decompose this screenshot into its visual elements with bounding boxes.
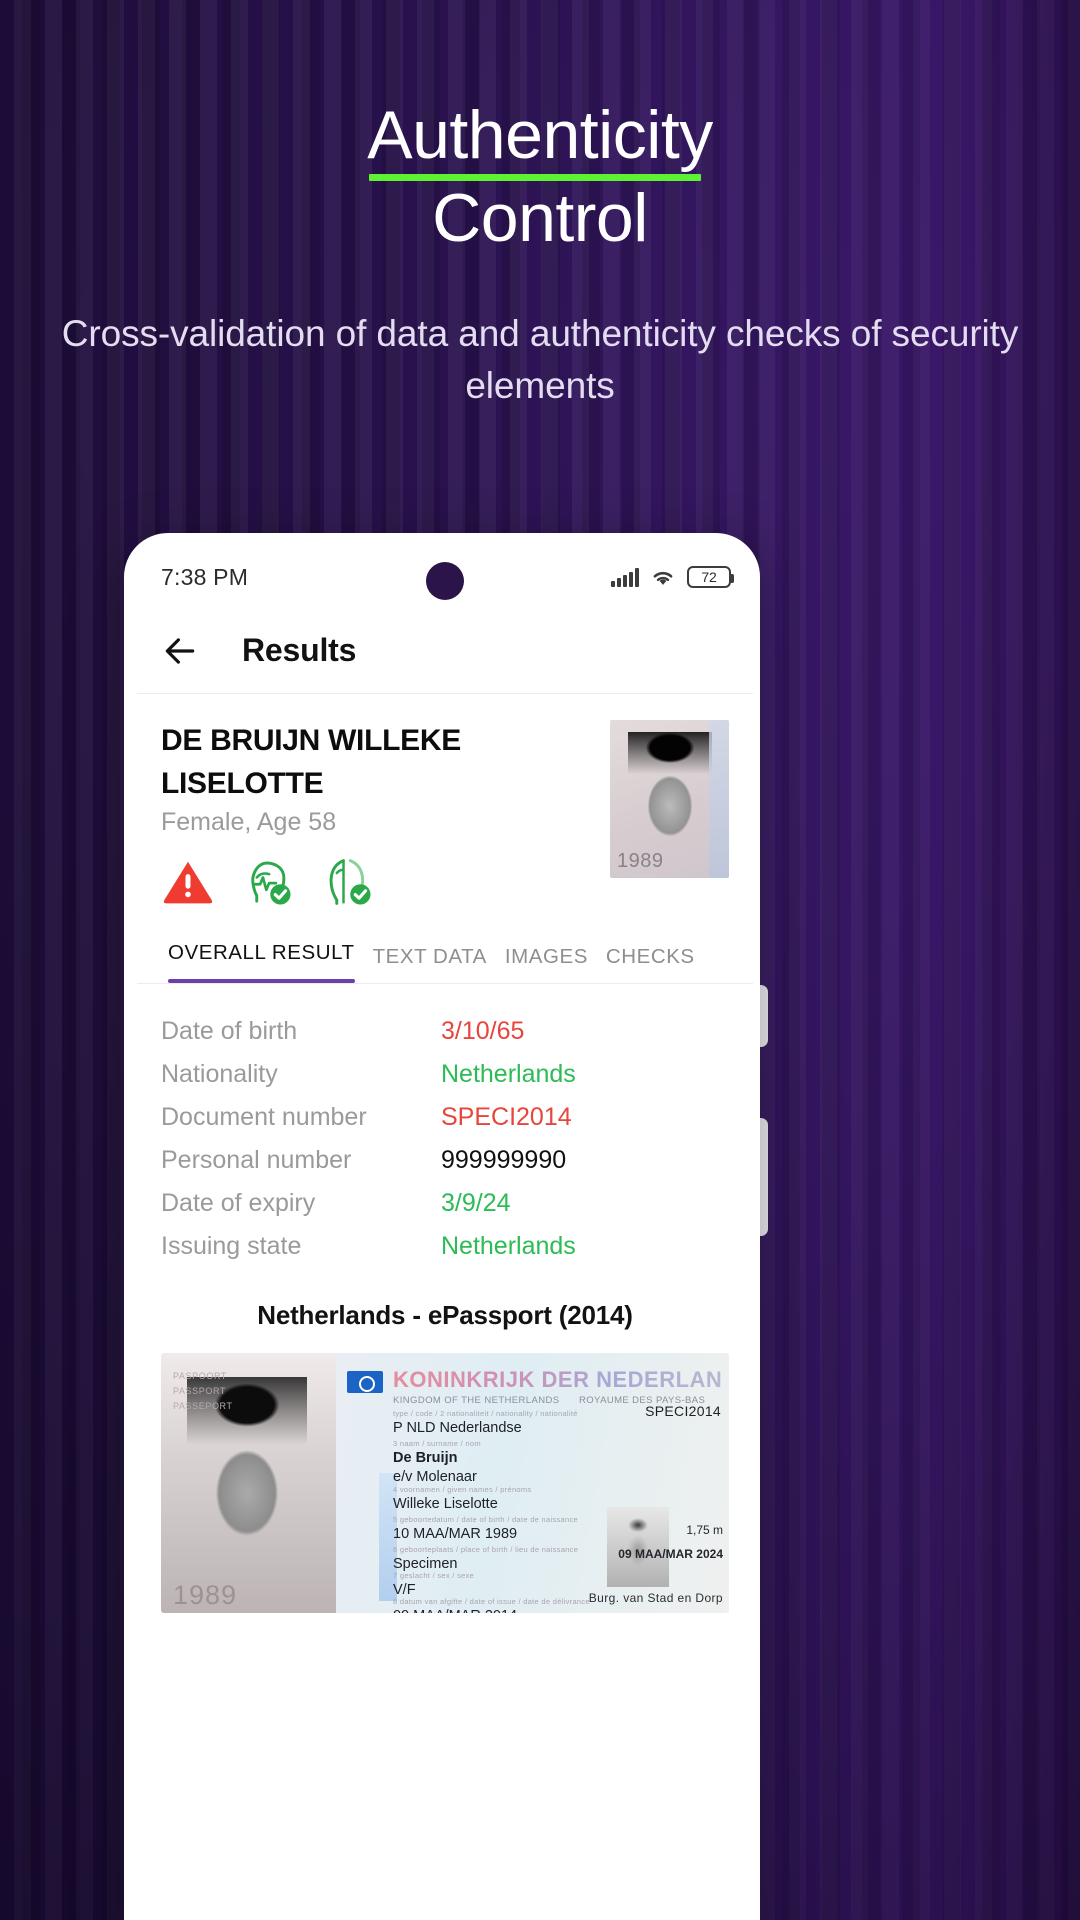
- passport-sex-caption: 7 geslacht / sex / sexe: [393, 1571, 475, 1581]
- identity-block: DE BRUIJN WILLEKE LISELOTTE Female, Age …: [137, 694, 753, 909]
- passport-label-en: PASSPORT: [173, 1386, 226, 1397]
- field-label: Date of expiry: [161, 1189, 316, 1218]
- passport-pob-caption: 6 geboorteplaats / place of birth / lieu…: [393, 1545, 579, 1555]
- battery-level-label: 72: [701, 569, 717, 585]
- document-title: Netherlands - ePassport (2014): [257, 1300, 633, 1331]
- passport-document-number: SPECI2014: [645, 1403, 721, 1420]
- hero-section: Authenticity Control Cross-validation of…: [0, 96, 1080, 413]
- passport-authority: Burg. van Stad en Dorp: [588, 1591, 723, 1606]
- table-row: Document number SPECI2014: [161, 1096, 729, 1139]
- table-row: Date of birth 3/10/65: [161, 1010, 729, 1053]
- passport-dob: 10 MAA/MAR 1989: [393, 1526, 518, 1543]
- person-name-line1: DE BRUIJN WILLEKE: [161, 724, 461, 757]
- passport-pob: Specimen: [393, 1556, 458, 1573]
- passport-country-header: KONINKRIJK DER NEDERLANDEN: [393, 1367, 721, 1393]
- front-camera-punch-hole: [426, 562, 464, 600]
- page-title-line1: Authenticity: [367, 96, 713, 181]
- field-value: 999999990: [441, 1146, 567, 1175]
- passport-type-value: P NLD Nederlandse: [393, 1420, 522, 1437]
- portrait-face: [628, 732, 712, 864]
- passport-given-names: Willeke Liselotte: [393, 1496, 498, 1513]
- table-row: Date of expiry 3/9/24: [161, 1182, 729, 1225]
- person-name-line2: LISELOTTE: [161, 766, 324, 800]
- result-field-list: Date of birth 3/10/65 Nationality Nether…: [137, 984, 753, 1268]
- app-bar-title: Results: [242, 632, 357, 668]
- person-name: DE BRUIJN WILLEKE LISELOTTE: [161, 720, 598, 805]
- page-title-line2: Control: [432, 179, 648, 256]
- back-arrow-icon[interactable]: [161, 632, 199, 670]
- field-value: Netherlands: [441, 1060, 576, 1089]
- field-value: 3/9/24: [441, 1189, 511, 1218]
- passport-given-caption: 4 voornamen / given names / prénoms: [393, 1485, 532, 1495]
- status-bar-time: 7:38 PM: [161, 563, 249, 590]
- warning-triangle-icon[interactable]: [161, 855, 215, 909]
- biometric-chip-icon: [347, 1371, 383, 1394]
- field-label: Date of birth: [161, 1017, 298, 1046]
- passport-sex: V/F: [393, 1582, 416, 1599]
- passport-surname: De Bruijn: [393, 1450, 458, 1467]
- person-meta: Female, Age 58: [161, 808, 337, 837]
- wifi-icon: [653, 571, 673, 585]
- passport-surname-partner: e/v Molenaar: [393, 1469, 477, 1486]
- page-subtitle: Cross-validation of data and authenticit…: [61, 312, 1019, 407]
- portrait-year-label: 1989: [617, 850, 664, 872]
- tab-overall-result[interactable]: OVERALL RESULT: [159, 931, 364, 983]
- phone-frame: 7:38 PM 72 Results DE BRUIJN WILLEKE LIS…: [124, 533, 760, 1920]
- battery-icon: 72: [687, 566, 734, 588]
- passport-label-nl: PASPOORT: [173, 1371, 227, 1382]
- field-value: Netherlands: [441, 1232, 576, 1261]
- document-preview-image[interactable]: 1989 PASPOORT PASSPORT PASSEPORT KONINKR…: [161, 1353, 729, 1614]
- portrait-blue-strip: [709, 720, 729, 878]
- portrait-photo: 1989: [610, 720, 729, 878]
- passport-expiry-date: 09 MAA/MAR 2024: [618, 1547, 723, 1562]
- table-row: Personal number 999999990: [161, 1139, 729, 1182]
- passport-issue-caption: 8 datum van afgifte / date of issue / da…: [393, 1597, 590, 1607]
- tab-text-data[interactable]: TEXT DATA: [364, 935, 496, 983]
- field-label: Document number: [161, 1103, 367, 1132]
- tab-images[interactable]: IMAGES: [496, 935, 597, 983]
- tab-bar: OVERALL RESULT TEXT DATA IMAGES CHECKS: [137, 931, 753, 985]
- passport-photo-year: 1989: [173, 1580, 238, 1611]
- passport-country-header-en: KINGDOM OF THE NETHERLANDS: [393, 1395, 560, 1407]
- field-label: Personal number: [161, 1146, 352, 1175]
- face-liveness-check-icon[interactable]: [241, 855, 295, 909]
- portrait-comparison-check-icon[interactable]: [321, 855, 375, 909]
- passport-dob-caption: 5 geboortedatum / date of birth / date d…: [393, 1515, 578, 1525]
- field-label: Issuing state: [161, 1232, 302, 1261]
- tab-checks[interactable]: CHECKS: [597, 935, 704, 983]
- page-title: Authenticity Control: [0, 96, 1080, 258]
- passport-issue-date: 09 MAA/MAR 2014: [393, 1608, 590, 1613]
- passport-height: 1,75 m: [686, 1523, 723, 1538]
- app-bar: Results: [137, 608, 753, 694]
- cellular-signal-icon: [611, 567, 639, 587]
- status-icon-row: [161, 855, 598, 909]
- status-bar: 7:38 PM 72: [137, 546, 753, 608]
- table-row: Issuing state Netherlands: [161, 1225, 729, 1268]
- phone-screen: 7:38 PM 72 Results DE BRUIJN WILLEKE LIS…: [137, 546, 753, 1920]
- passport-type-labels: PASPOORT PASSPORT PASSEPORT: [173, 1369, 233, 1414]
- passport-label-fr: PASSEPORT: [173, 1400, 233, 1411]
- field-label: Nationality: [161, 1060, 278, 1089]
- field-value: SPECI2014: [441, 1103, 572, 1132]
- status-bar-icons: 72: [611, 566, 734, 588]
- table-row: Nationality Netherlands: [161, 1053, 729, 1096]
- passport-type-caption: type / code / 2 nationaliteit / national…: [393, 1409, 578, 1419]
- passport-surname-caption: 3 naam / surname / nom: [393, 1439, 481, 1449]
- field-value: 3/10/65: [441, 1017, 525, 1046]
